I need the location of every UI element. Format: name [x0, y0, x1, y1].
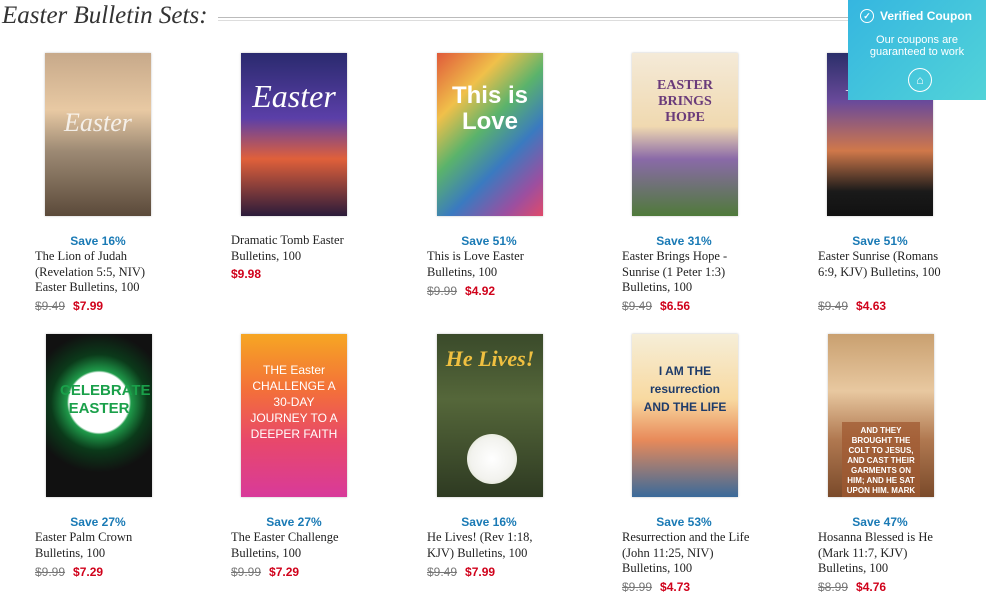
sale-price: $9.98 [231, 267, 262, 281]
product-cover-image[interactable]: CELEBRATE EASTER [46, 334, 152, 497]
original-price: $9.99 [35, 565, 66, 579]
sale-price: $7.29 [269, 565, 300, 579]
product-cover-image[interactable]: EASTER BRINGS HOPE [632, 53, 738, 216]
product-title-link[interactable]: Easter Sunrise (Romans 6:9, KJV) Bulleti… [818, 249, 946, 280]
cover-title: I AM THE resurrection AND THE LIFE [643, 364, 727, 414]
product-title-link[interactable]: Resurrection and the Life (John 11:25, N… [622, 530, 750, 577]
sale-price: $7.99 [73, 299, 104, 313]
verified-coupon-title: Verified Coupon [880, 9, 973, 23]
price-row: $9.99 $7.29 [231, 565, 299, 579]
cover-title: CELEBRATE EASTER [60, 382, 151, 417]
save-badge: Save 53% [656, 515, 712, 529]
home-icon[interactable]: ⌂ [908, 68, 932, 92]
save-badge: Save 51% [461, 234, 517, 248]
sale-price: $6.56 [660, 299, 691, 313]
product-title-link[interactable]: Hosanna Blessed is He (Mark 11:7, KJV) B… [818, 530, 946, 577]
product-title-link[interactable]: Easter Palm Crown Bulletins, 100 [35, 530, 163, 561]
product-title-link[interactable]: The Easter Challenge Bulletins, 100 [231, 530, 359, 561]
price-row: $9.99 $4.73 [622, 580, 690, 594]
save-badge: Save 16% [461, 515, 517, 529]
original-price: $9.99 [427, 284, 458, 298]
save-badge: Save 27% [266, 515, 322, 529]
price-row: $9.99 $7.29 [35, 565, 103, 579]
product-title-link[interactable]: He Lives! (Rev 1:18, KJV) Bulletins, 100 [427, 530, 555, 561]
sale-price: $4.76 [856, 580, 887, 594]
cover-title: EASTER BRINGS HOPE [656, 78, 714, 125]
product-cover-image[interactable]: He Lives! [437, 334, 543, 497]
cover-title: This is Love [451, 82, 529, 135]
product-cover-image[interactable]: This is Love [437, 53, 543, 216]
cover-title: He Lives! [445, 346, 535, 371]
product-title-link[interactable]: Dramatic Tomb Easter Bulletins, 100 [231, 233, 359, 264]
section-heading: Easter Bulletin Sets: [2, 2, 862, 30]
save-badge: Save 27% [70, 515, 126, 529]
price-row: $9.49 $7.99 [427, 565, 495, 579]
save-badge: Save 47% [852, 515, 908, 529]
price-row: $8.99 $4.76 [818, 580, 886, 594]
sale-price: $4.92 [465, 284, 496, 298]
heading-divider [217, 17, 862, 21]
product-cover-image[interactable]: Easter [45, 53, 151, 216]
original-price: $9.99 [622, 580, 653, 594]
verified-coupon-subtitle: Our coupons are guaranteed to work [869, 34, 965, 58]
product-cover-image[interactable]: AND THEY BROUGHT THE COLT TO JESUS, AND … [828, 334, 934, 497]
save-badge: Save 31% [656, 234, 712, 248]
price-row: $9.49 $4.63 [818, 299, 886, 313]
price-row: $9.49 $6.56 [622, 299, 690, 313]
product-title-link[interactable]: This is Love Easter Bulletins, 100 [427, 249, 555, 280]
save-badge: Save 51% [852, 234, 908, 248]
cover-title: THE Easter CHALLENGE A 30-DAY JOURNEY TO… [250, 363, 338, 441]
verified-coupon-badge[interactable]: ✓ Verified Coupon Our coupons are guaran… [848, 0, 986, 100]
sale-price: $4.63 [856, 299, 887, 313]
product-cover-image[interactable]: THE Easter CHALLENGE A 30-DAY JOURNEY TO… [241, 334, 347, 497]
cover-title: AND THEY BROUGHT THE COLT TO JESUS, AND … [842, 422, 920, 497]
verified-coupon-header: ✓ Verified Coupon [860, 9, 972, 23]
original-price: $9.99 [231, 565, 262, 579]
sale-price: $7.99 [465, 565, 496, 579]
sale-price: $4.73 [660, 580, 691, 594]
cover-title: Easter [252, 78, 336, 114]
original-price: $8.99 [818, 580, 849, 594]
original-price: $9.49 [818, 299, 849, 313]
product-title-link[interactable]: Easter Brings Hope - Sunrise (1 Peter 1:… [622, 249, 750, 296]
price-row: $9.99 $4.92 [427, 284, 495, 298]
product-cover-image[interactable]: I AM THE resurrection AND THE LIFE [632, 334, 738, 497]
page-title: Easter Bulletin Sets: [2, 2, 208, 29]
original-price: $9.49 [35, 299, 66, 313]
product-cover-image[interactable]: Easter [241, 53, 347, 216]
lily-flower-image [467, 434, 517, 484]
original-price: $9.49 [622, 299, 653, 313]
save-badge: Save 16% [70, 234, 126, 248]
sale-price: $7.29 [73, 565, 104, 579]
product-title-link[interactable]: The Lion of Judah (Revelation 5:5, NIV) … [35, 249, 163, 296]
cover-title: Easter [64, 108, 132, 137]
price-row: $9.98 [231, 267, 261, 281]
check-circle-icon: ✓ [860, 9, 874, 23]
original-price: $9.49 [427, 565, 458, 579]
price-row: $9.49 $7.99 [35, 299, 103, 313]
